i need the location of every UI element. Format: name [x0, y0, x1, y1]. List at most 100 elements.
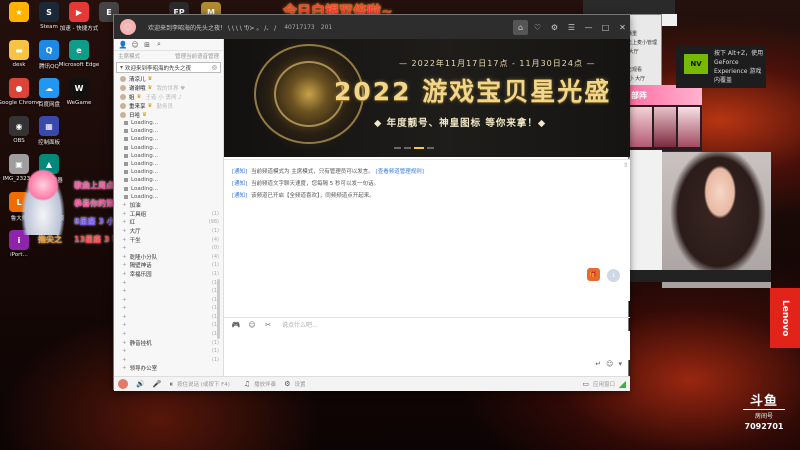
expand-icon[interactable]: + — [122, 271, 127, 277]
preview-thumbnails[interactable]: 部阵 — [628, 85, 702, 151]
send-icon[interactable]: ↵ — [595, 360, 601, 368]
sub-channel-item[interactable]: + (0) — [114, 244, 223, 253]
sub-channel-item[interactable]: + 幸福乐园 (1) — [114, 270, 223, 279]
expand-icon[interactable]: + — [122, 348, 127, 354]
banner-pagination[interactable] — [394, 147, 437, 149]
expand-icon[interactable]: + — [122, 314, 127, 320]
desktop-icon[interactable]: S Steam — [34, 2, 64, 42]
maximize-icon[interactable]: □ — [598, 20, 613, 35]
stream-control-bar[interactable] — [628, 270, 771, 282]
scroll-down-icon[interactable]: ↓ — [607, 269, 620, 282]
expand-icon[interactable]: + — [122, 322, 127, 328]
expand-icon[interactable]: + — [122, 357, 127, 363]
user-avatar[interactable] — [118, 379, 128, 389]
sub-channel-item[interactable]: + (1) — [114, 356, 223, 365]
scissors-icon[interactable]: ✂ — [262, 319, 274, 331]
close-icon[interactable]: ✕ — [615, 20, 630, 35]
gift-icon[interactable]: 🎁 — [587, 268, 600, 281]
promo-banner[interactable]: — 2022年11月17日17点 - 11月30日24点 — 2022 游戏宝贝… — [224, 39, 630, 157]
user-list-item[interactable]: 姐 ♛ 王者 小 勇闯 ♪ — [114, 92, 223, 101]
sidebar-scrollbar[interactable] — [217, 279, 220, 339]
minimize-icon[interactable]: — — [581, 20, 596, 35]
home-icon[interactable]: ⌂ — [513, 19, 528, 35]
manage-link[interactable]: 管理当前语音管理 — [175, 52, 219, 60]
sub-channel-item[interactable]: + (1) — [114, 321, 223, 330]
expand-icon[interactable]: + — [122, 288, 127, 294]
sub-channel-item[interactable]: + 加油 — [114, 201, 223, 210]
user-list-item[interactable]: 重来享 ♛ 勤务员 — [114, 101, 223, 110]
desktop-icon[interactable]: ▦ 控制面板 — [34, 116, 64, 156]
expand-icon[interactable]: + — [122, 245, 127, 251]
expand-icon[interactable]: + — [122, 297, 127, 303]
user-avatar[interactable]: ☺ — [120, 19, 136, 35]
speaker-icon[interactable]: 🔊 — [136, 380, 145, 388]
music-label[interactable]: 播放伴奏 — [254, 380, 276, 388]
expand-icon[interactable]: + — [122, 331, 127, 337]
favorite-icon[interactable]: ♡ — [530, 20, 545, 35]
sidebar-footer-channel[interactable]: + 领导办公室 — [114, 364, 223, 373]
banner-dot-active[interactable] — [414, 147, 424, 149]
expand-icon[interactable]: + — [122, 262, 127, 268]
message-placeholder[interactable]: 说点什么吧... — [282, 320, 318, 329]
tab-grid-icon[interactable]: ⊞ — [142, 40, 152, 50]
sub-channel-item[interactable]: + (1) — [114, 347, 223, 356]
settings-label[interactable]: 设置 — [294, 380, 305, 388]
expand-icon[interactable]: + — [122, 340, 127, 346]
tab-emoji-icon[interactable]: ☺ — [130, 40, 140, 50]
expand-icon[interactable]: + — [122, 237, 127, 243]
desktop-icon[interactable]: i iPort... — [4, 230, 34, 270]
desktop-icon[interactable]: ▬ desk — [4, 40, 34, 80]
user-list-item[interactable]: 日哈 ♛ — [114, 110, 223, 119]
sub-channel-item[interactable]: + (1) — [114, 313, 223, 322]
desktop-icon[interactable]: ★ — [4, 2, 34, 42]
chevron-down-icon[interactable]: ▾ — [618, 360, 622, 368]
sub-channel-item[interactable]: + (1) — [114, 295, 223, 304]
sub-channel-item[interactable]: + (1) — [114, 304, 223, 313]
settings-icon[interactable]: ⚙ — [547, 20, 562, 35]
sub-channel-item[interactable]: + 大厅 (1) — [114, 227, 223, 236]
current-channel[interactable]: ▾ 欢迎来到李昭海的先头之夜 ◎ — [116, 62, 221, 73]
notice-link[interactable]: [查看频道管理规则] — [376, 169, 424, 175]
tab-search-icon[interactable]: ⌕ — [154, 40, 164, 50]
sub-channel-item[interactable]: + 隔壁神话 (1) — [114, 261, 223, 270]
sub-channel-item[interactable]: + 工具组 (1) — [114, 209, 223, 218]
desktop-icon[interactable]: Q 腾讯QQ — [34, 40, 64, 80]
desktop-icon[interactable]: ◉ OBS — [4, 116, 34, 156]
sub-channel-item[interactable]: + 干坐 (4) — [114, 235, 223, 244]
sub-channel-item[interactable]: + (1) — [114, 287, 223, 296]
expand-icon[interactable]: + — [122, 202, 127, 208]
sub-channel-item[interactable]: + 静音挂机 (1) — [114, 338, 223, 347]
banner-dot[interactable] — [427, 147, 434, 149]
desktop-icon[interactable]: W WeGame — [64, 78, 94, 118]
sub-channel-item[interactable]: + (1) — [114, 278, 223, 287]
chat-scroll-icon[interactable]: ⇕ — [623, 162, 628, 169]
sub-channel-item[interactable]: + 红 (98) — [114, 218, 223, 227]
emoji-icon[interactable]: ☺ — [606, 360, 613, 368]
pause-icon[interactable]: ⏸ — [169, 380, 173, 389]
sub-channel-item[interactable]: + (1) — [114, 330, 223, 339]
banner-dot[interactable] — [394, 147, 401, 149]
expand-icon[interactable]: + — [122, 280, 127, 286]
banner-dot[interactable] — [404, 147, 411, 149]
microphone-icon[interactable]: 🎤 — [153, 380, 162, 388]
desktop-icon[interactable]: ● Google Chrome — [0, 78, 40, 118]
expand-icon[interactable]: + — [122, 305, 127, 311]
music-icon[interactable]: ♫ — [244, 380, 250, 388]
emoji-icon[interactable]: ☺ — [246, 319, 258, 331]
settings-icon[interactable]: ⚙ — [284, 380, 290, 388]
user-list-item[interactable]: 谢谢哦 ♛ 我的世界 ♥ — [114, 83, 223, 92]
game-icon[interactable]: 🎮 — [230, 319, 242, 331]
monitor-icon[interactable]: ▭ — [582, 380, 589, 388]
expand-icon[interactable]: + — [122, 219, 127, 225]
app-window-label[interactable]: 应用窗口 — [593, 380, 615, 388]
expand-icon[interactable]: + — [122, 254, 127, 260]
expand-icon[interactable]: + — [122, 365, 127, 371]
geforce-notification[interactable]: NV 按下 Alt+Z，使用 GeForce Experience 游戏内覆盖 — [676, 46, 766, 88]
expand-icon[interactable]: + — [122, 228, 127, 234]
message-input[interactable] — [224, 331, 630, 360]
user-list-item[interactable]: 清凉儿 ♛ — [114, 74, 223, 83]
app-titlebar[interactable]: ☺ 欢迎来到李昭海的先头之夜！ \ \ \ \ 'f/> 。 /、 / 4071… — [114, 15, 630, 39]
menu-icon[interactable]: ☰ — [564, 20, 579, 35]
desktop-icon[interactable]: e Microsoft Edge — [59, 40, 99, 80]
desktop-icon[interactable]: ☁ 百度网盘 — [34, 78, 64, 118]
